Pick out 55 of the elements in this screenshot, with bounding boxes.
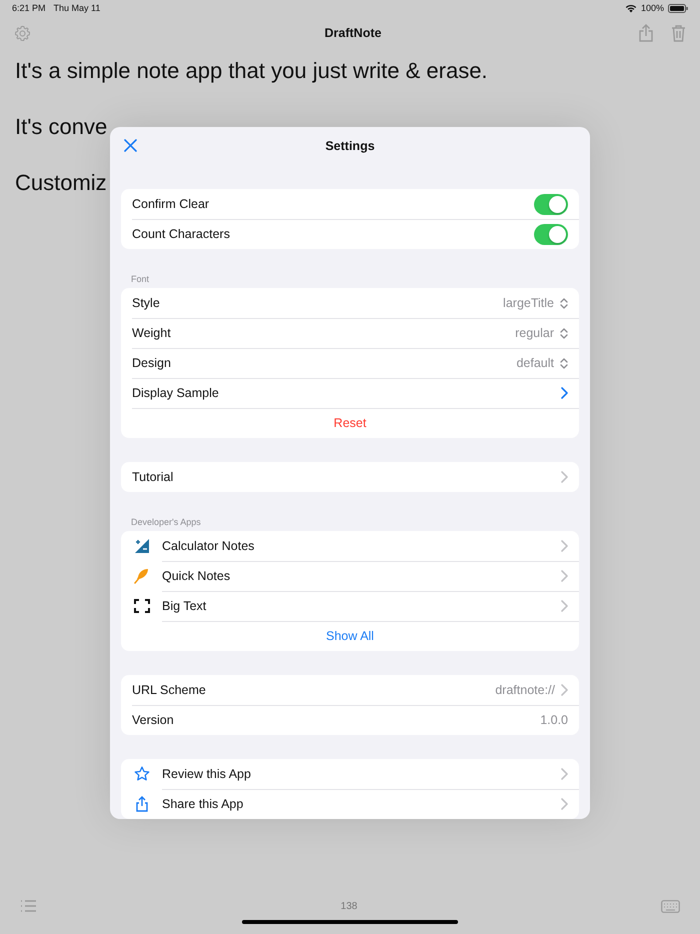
- setting-value: 1.0.0: [540, 713, 568, 727]
- share-icon[interactable]: [639, 24, 653, 42]
- wifi-icon: [624, 4, 637, 12]
- toggle-switch[interactable]: [534, 194, 568, 214]
- setting-label: URL Scheme: [132, 683, 207, 697]
- sheet-title: Settings: [325, 139, 375, 153]
- close-icon[interactable]: [124, 139, 137, 152]
- reset-button[interactable]: Reset: [132, 416, 568, 430]
- status-time: 6:21 PM: [12, 3, 46, 13]
- setting-label: Version: [132, 713, 175, 727]
- character-count: 138: [340, 900, 358, 912]
- menu-item[interactable]: Calculator Notes: [162, 539, 555, 553]
- status-date: Thu May 11: [54, 3, 100, 13]
- chevron-icon: [561, 768, 568, 780]
- menu-item[interactable]: Review this App: [162, 767, 555, 781]
- keyboard-icon[interactable]: [661, 900, 680, 912]
- calculator-icon: [134, 538, 150, 554]
- chevron-icon: [561, 684, 568, 696]
- toggle-switch[interactable]: [534, 224, 568, 244]
- chevron-icon: [561, 570, 568, 582]
- menu-item[interactable]: Big Text: [162, 599, 555, 613]
- note-text: It's conve: [15, 113, 108, 141]
- section-header: Font: [130, 273, 150, 286]
- chevron-icon: [561, 387, 568, 399]
- settings-icon[interactable]: [14, 24, 31, 42]
- trash-icon[interactable]: [671, 24, 686, 42]
- battery-icon: [668, 4, 688, 12]
- corner-brackets-icon: [134, 599, 150, 613]
- chevron-icon: [561, 471, 568, 483]
- menu-item[interactable]: Quick Notes: [162, 569, 555, 583]
- chevron-icon: [561, 600, 568, 612]
- chevron-icon: [561, 540, 568, 552]
- setting-label: Design: [132, 356, 172, 370]
- note-text: It's a simple note app that you just write & erase.: [15, 57, 489, 85]
- menu-item[interactable]: Share this App: [162, 797, 555, 811]
- app-title: DraftNote: [324, 26, 382, 40]
- list-icon[interactable]: [20, 900, 37, 912]
- chevron-icon: [561, 798, 568, 810]
- setting-label: Count Characters: [132, 227, 231, 241]
- menu-item[interactable]: Tutorial: [132, 470, 555, 484]
- share-icon: [134, 796, 148, 812]
- section-header: Developer's Apps: [130, 516, 202, 529]
- up-down-chevron-icon: [560, 298, 568, 308]
- battery-percent: 100%: [640, 3, 664, 13]
- show-all-link[interactable]: Show All: [132, 629, 568, 643]
- up-down-chevron-icon: [560, 358, 568, 368]
- up-down-chevron-icon: [560, 328, 568, 338]
- feather-icon: [134, 568, 150, 584]
- note-text: Customiz: [15, 169, 108, 197]
- setting-label: Weight: [132, 326, 172, 340]
- setting-label: Confirm Clear: [132, 197, 210, 211]
- setting-label: Style: [132, 296, 161, 310]
- menu-item[interactable]: Display Sample: [132, 386, 555, 400]
- star-icon: [134, 766, 150, 782]
- setting-value: draftnote://: [495, 683, 555, 697]
